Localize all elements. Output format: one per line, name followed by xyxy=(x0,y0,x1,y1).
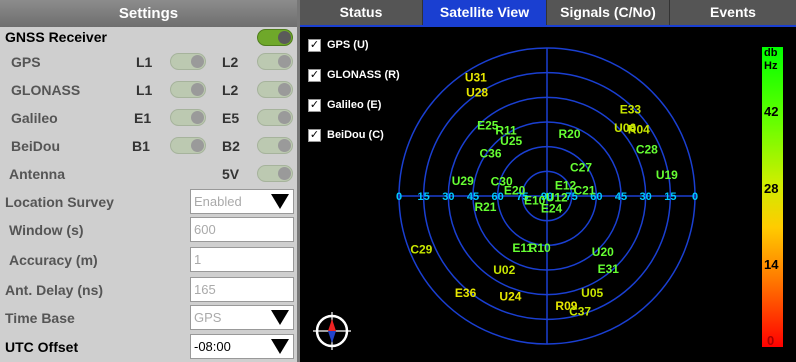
colorbar-tick: 42 xyxy=(764,104,779,119)
elevation-tick-label: 30 xyxy=(640,191,652,203)
satellite-label[interactable]: R04 xyxy=(628,122,650,136)
satellite-label[interactable]: U20 xyxy=(592,245,614,259)
satellite-label[interactable]: U02 xyxy=(493,263,515,277)
elevation-tick-label: 0 xyxy=(692,191,698,203)
elevation-tick-label: 30 xyxy=(442,191,454,203)
colorbar-tick: 0 xyxy=(767,333,775,348)
satellite-label[interactable]: C36 xyxy=(480,146,502,160)
satellite-label[interactable]: C29 xyxy=(410,242,432,256)
satellite-label[interactable]: C21 xyxy=(573,184,595,198)
satellite-label[interactable]: E31 xyxy=(598,262,620,276)
satellite-label[interactable]: E24 xyxy=(541,201,563,215)
colorbar-tick: 28 xyxy=(764,181,779,196)
satellite-label[interactable]: U05 xyxy=(581,286,603,300)
satellite-label[interactable]: R10 xyxy=(529,241,551,255)
satellite-label[interactable]: U19 xyxy=(656,168,678,182)
elevation-tick-label: 45 xyxy=(615,191,627,203)
satellite-label[interactable]: U31 xyxy=(465,71,487,85)
sky-plot: 0 15 30 45 60 75 75 60 45 30 15 090 U31U28E33U06R04… xyxy=(396,47,698,345)
satellite-label[interactable]: U28 xyxy=(466,85,488,99)
colorbar-unit-hz: Hz xyxy=(764,60,778,72)
cn0-colorbar xyxy=(762,47,783,347)
satellite-label[interactable]: R21 xyxy=(474,200,496,214)
elevation-tick-label: 15 xyxy=(418,191,430,203)
satellite-label[interactable]: C28 xyxy=(636,142,658,156)
colorbar-tick: 14 xyxy=(764,257,779,272)
satellite-label[interactable]: E36 xyxy=(455,286,477,300)
compass-icon[interactable] xyxy=(312,311,352,351)
elevation-tick-label: 15 xyxy=(664,191,676,203)
satellite-label[interactable]: R20 xyxy=(558,127,580,141)
elevation-tick-label: 0 xyxy=(396,191,402,203)
satellite-label[interactable]: E33 xyxy=(620,103,642,117)
satellite-label[interactable]: U25 xyxy=(500,134,522,148)
satellite-label[interactable]: C37 xyxy=(569,304,591,318)
colorbar-unit: db Hz xyxy=(764,47,777,73)
colorbar-unit-db: db xyxy=(764,47,778,59)
satellite-label[interactable]: E20 xyxy=(504,183,526,197)
satellite-label[interactable]: U29 xyxy=(452,174,474,188)
satellite-label[interactable]: U24 xyxy=(499,289,521,303)
satellite-label[interactable]: C27 xyxy=(570,160,592,174)
